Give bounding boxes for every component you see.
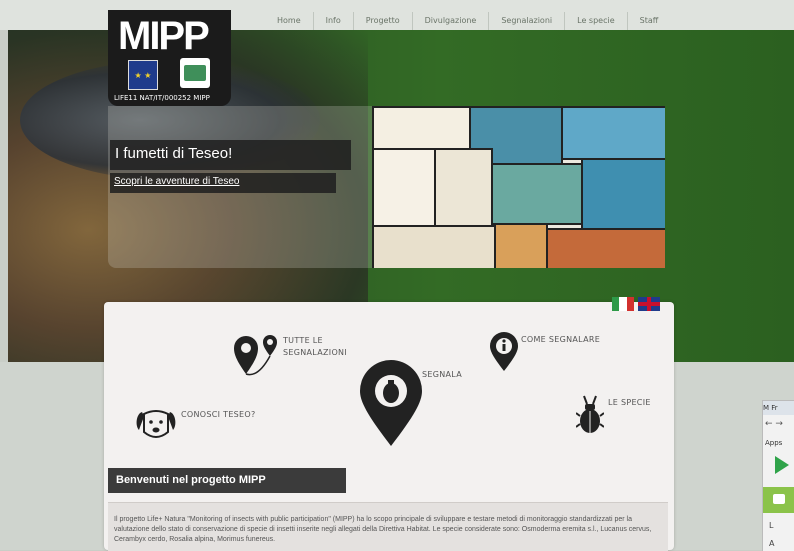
browser-nav-arrows[interactable]: ← → xyxy=(765,419,783,429)
browser-text-1: L xyxy=(769,521,774,530)
segnala-pin-icon[interactable] xyxy=(358,360,424,448)
hero-link-box[interactable]: Scopri le avventure di Teseo xyxy=(110,173,336,193)
android-banner xyxy=(763,487,794,513)
info-pin-icon[interactable] xyxy=(488,332,520,372)
map-pins-icon[interactable] xyxy=(232,334,282,378)
welcome-title: Benvenuti nel progetto MIPP xyxy=(116,474,266,486)
nav-segnalazioni[interactable]: Segnalazioni xyxy=(488,12,564,30)
label-le-specie[interactable]: LE SPECIE xyxy=(608,398,651,407)
italian-flag-icon[interactable] xyxy=(612,297,634,311)
logo-wordmark: MIPP xyxy=(118,14,210,58)
hero-title-box: I fumetti di Teseo! xyxy=(110,140,351,170)
nav-home[interactable]: Home xyxy=(265,12,313,30)
comic-image[interactable] xyxy=(372,106,665,268)
site-logo[interactable]: MIPP ★ ★ LIFE11 NAT/IT/000252 MIPP xyxy=(108,10,231,106)
hero-link[interactable]: Scopri le avventure di Teseo xyxy=(114,176,239,187)
label-tutte-2[interactable]: SEGNALAZIONI xyxy=(283,348,347,357)
nav-info[interactable]: Info xyxy=(312,12,353,30)
intro-text: Il progetto Life+ Natura "Monitoring of … xyxy=(114,516,652,543)
label-segnala[interactable]: SEGNALA xyxy=(422,370,462,379)
nav-staff[interactable]: Staff xyxy=(626,12,671,30)
label-conosci-teseo[interactable]: CONOSCI TESEO? xyxy=(181,410,256,419)
main-nav: Home Info Progetto Divulgazione Segnalaz… xyxy=(265,12,670,30)
partner-logo-icon xyxy=(180,58,210,88)
beetle-icon[interactable] xyxy=(576,394,604,434)
browser-text-2: A xyxy=(769,539,775,548)
nav-le-specie[interactable]: Le specie xyxy=(564,12,627,30)
android-icon xyxy=(773,494,785,504)
browser-apps[interactable]: Apps xyxy=(765,439,782,447)
dog-face-icon[interactable] xyxy=(134,406,178,444)
uk-flag-icon[interactable] xyxy=(638,297,660,311)
eu-life-icon: ★ ★ xyxy=(128,60,158,90)
project-code: LIFE11 NAT/IT/000252 MIPP xyxy=(114,94,210,102)
browser-window: M Fr ← → Apps L A xyxy=(762,400,794,551)
intro-box: Il progetto Life+ Natura "Monitoring of … xyxy=(108,502,668,551)
nav-progetto[interactable]: Progetto xyxy=(352,12,412,30)
welcome-box: Benvenuti nel progetto MIPP xyxy=(108,468,346,493)
nav-divulgazione[interactable]: Divulgazione xyxy=(411,12,489,30)
browser-tab[interactable]: M Fr xyxy=(763,401,794,415)
hero-title: I fumetti di Teseo! xyxy=(115,145,233,162)
label-come-segnalare[interactable]: COME SEGNALARE xyxy=(521,335,600,344)
play-store-icon[interactable] xyxy=(775,456,789,474)
label-tutte-1[interactable]: TUTTE LE xyxy=(283,336,323,345)
